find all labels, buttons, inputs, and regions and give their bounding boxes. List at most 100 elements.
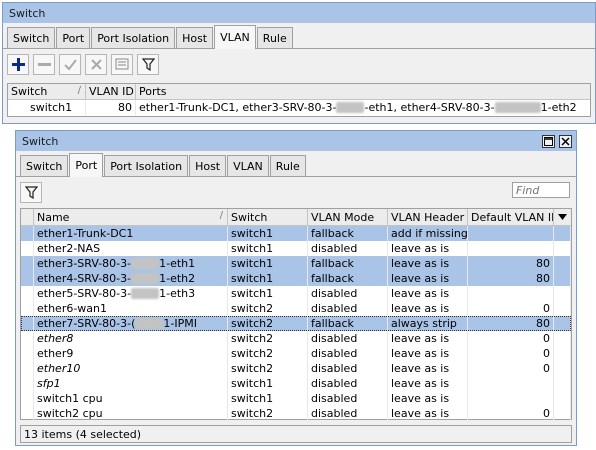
column-label: Switch [11, 85, 48, 98]
table-row[interactable]: switch2 cpu switch2 disabled leave as is 0 [21, 406, 571, 421]
column-menu-button[interactable] [554, 209, 571, 225]
table-row[interactable]: ether1-Trunk-DC1 switch1 fallback add if mi… [21, 226, 571, 241]
row-marker [21, 406, 34, 421]
tab-host[interactable]: Host [189, 155, 227, 176]
close-button[interactable] [559, 134, 572, 148]
filter-button[interactable] [20, 181, 42, 203]
table-row[interactable]: ether9 switch2 disabled leave as is 0 [21, 346, 571, 361]
window-title: Switch [22, 134, 59, 148]
row-end [554, 331, 571, 346]
table-row[interactable]: ether6-wan1 switch2 disabled leave as is 0 [21, 301, 571, 316]
port-name-text: sfp1 [37, 377, 61, 390]
tab-rule[interactable]: Rule [269, 155, 306, 176]
switch-port-window: Switch Switch Port Port Isolation Host VLAN R… [15, 130, 577, 446]
enable-button[interactable] [59, 53, 81, 75]
cell-vlan-header: leave as is [388, 271, 468, 286]
column-header-switch[interactable]: Switch [228, 209, 308, 225]
column-header-vlan-header[interactable]: VLAN Header [388, 209, 468, 225]
column-header-vlan-mode[interactable]: VLAN Mode [308, 209, 388, 225]
cell-switch: switch1 [228, 286, 308, 301]
port-name-text: ether9 [37, 347, 74, 360]
table-row[interactable]: switch1 80 ether1-Trunk-DC1, ether3-SRV-… [8, 100, 590, 115]
row-marker [21, 241, 34, 256]
table-row[interactable]: switch1 cpu switch1 disabled leave as is [21, 391, 571, 406]
enable-icon [63, 58, 77, 71]
table-row[interactable]: sfp1 switch1 disabled leave as is [21, 376, 571, 391]
tab-vlan[interactable]: VLAN [214, 25, 256, 49]
row-end [554, 301, 571, 316]
port-name-text: ether10 [37, 362, 81, 375]
cell-default-vlan-id: 80 [468, 316, 554, 331]
port-name-text: ether8 [37, 332, 74, 345]
filter-icon [141, 57, 155, 71]
cell-vlan-header: leave as is [388, 301, 468, 316]
column-header-vlan-id[interactable]: VLAN ID [86, 84, 136, 99]
cell-default-vlan-id: 0 [468, 406, 554, 421]
tab-switch[interactable]: Switch [20, 155, 69, 176]
column-header-switch[interactable]: Switch / [8, 84, 86, 99]
table-row[interactable]: ether2-NAS switch1 disabled leave as is [21, 241, 571, 256]
cell-switch: switch2 [228, 301, 308, 316]
port-name-text: ether2-NAS [37, 242, 101, 255]
filter-button[interactable] [137, 53, 159, 75]
maximize-button[interactable] [542, 134, 555, 148]
tab-switch[interactable]: Switch [7, 27, 56, 48]
cell-vlan-header: leave as is [388, 286, 468, 301]
row-marker [21, 226, 34, 241]
cell-name: switch1 cpu [34, 391, 228, 406]
window-title-bar[interactable]: Switch [3, 3, 595, 23]
table-row[interactable]: ether8 switch2 disabled leave as is 0 [21, 331, 571, 346]
port-name-text: 1-IPMI [163, 317, 198, 330]
cell-switch: switch2 [228, 346, 308, 361]
table-row[interactable]: ether4-SRV-80-3- 1-eth2 switch1 fallback lea… [21, 271, 571, 286]
column-header-name[interactable]: Name / [34, 209, 228, 225]
column-label: Name [37, 210, 70, 224]
row-end [554, 316, 571, 331]
add-icon [11, 57, 25, 71]
cell-switch: switch1 [228, 256, 308, 271]
cell-vlan-header: always strip [388, 316, 468, 331]
tab-port[interactable]: Port [69, 153, 104, 177]
row-end [554, 376, 571, 391]
row-end [554, 391, 571, 406]
port-table: Name / Switch VLAN Mode VLAN Header Defau… [20, 208, 572, 421]
find-input[interactable] [512, 182, 570, 198]
column-header-default-vlan-id[interactable]: Default VLAN ID [468, 209, 554, 225]
tab-port-isolation[interactable]: Port Isolation [91, 27, 176, 48]
tab-vlan[interactable]: VLAN [227, 155, 269, 176]
cell-vlan-header: leave as is [388, 256, 468, 271]
table-row[interactable]: ether5-SRV-80-3- 1-eth3 switch1 disabled lea… [21, 286, 571, 301]
cell-name: ether5-SRV-80-3- 1-eth3 [34, 286, 228, 301]
sort-icon: / [219, 210, 223, 221]
cell-switch: switch1 [8, 100, 86, 115]
row-end [554, 286, 571, 301]
window-title-bar[interactable]: Switch [16, 131, 576, 151]
tab-host[interactable]: Host [176, 27, 214, 48]
row-marker [21, 286, 34, 301]
cell-vlan-mode: disabled [308, 361, 388, 376]
disable-button[interactable] [85, 53, 107, 75]
table-row[interactable]: ether7-SRV-80-3-(1-IPMI switch2 fallback al… [21, 316, 571, 331]
tab-rule[interactable]: Rule [256, 27, 293, 48]
cell-name: switch2 cpu [34, 406, 228, 421]
row-end [554, 406, 571, 421]
row-end [554, 346, 571, 361]
add-button[interactable] [7, 53, 29, 75]
chevron-down-icon [558, 214, 567, 220]
toolbar [16, 177, 576, 207]
cell-switch: switch1 [228, 391, 308, 406]
row-marker [21, 346, 34, 361]
cell-vlan-header: leave as is [388, 391, 468, 406]
toolbar [3, 49, 595, 79]
tab-port-isolation[interactable]: Port Isolation [104, 155, 189, 176]
remove-button[interactable] [33, 53, 55, 75]
table-row[interactable]: ether3-SRV-80-3- 1-eth1 switch1 fallback lea… [21, 256, 571, 271]
table-row[interactable]: ether10 switch2 disabled leave as is 0 [21, 361, 571, 376]
column-header-ports[interactable]: Ports [136, 84, 590, 99]
cell-switch: switch1 [228, 271, 308, 286]
ports-text: ether1-Trunk-DC1, ether3-SRV-80-3- [139, 101, 337, 114]
cell-vlan-mode: disabled [308, 376, 388, 391]
comment-button[interactable] [111, 53, 133, 75]
row-marker [21, 391, 34, 406]
tab-port[interactable]: Port [56, 27, 91, 48]
